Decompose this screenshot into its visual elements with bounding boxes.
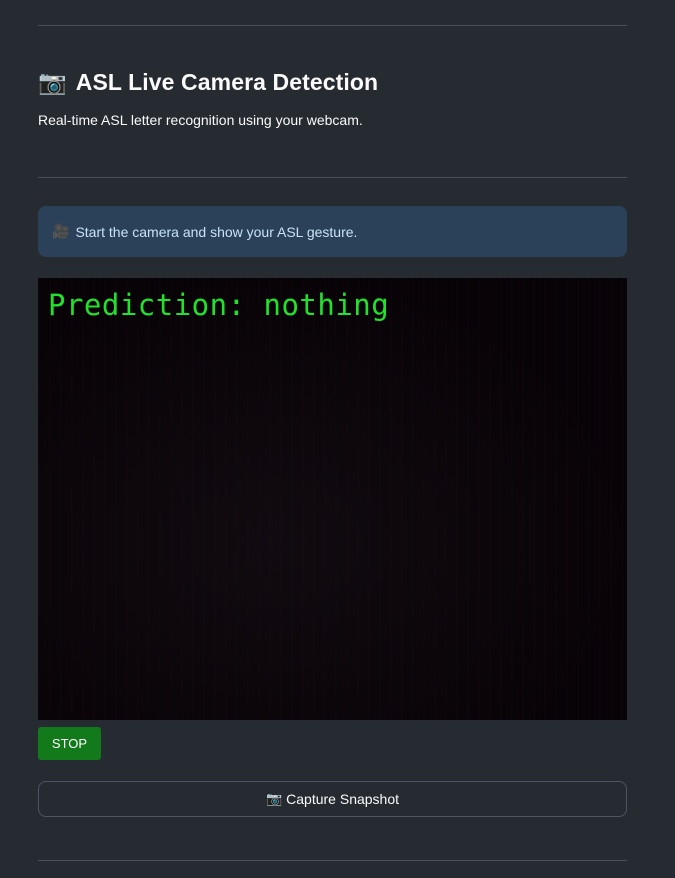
- top-divider: [38, 25, 627, 26]
- webcam-video-feed: Prediction: nothing: [38, 278, 627, 720]
- bottom-divider: [38, 860, 627, 861]
- page-title: 📷 ASL Live Camera Detection: [38, 64, 378, 100]
- video-frame: [38, 278, 627, 720]
- app-page: 📷 ASL Live Camera Detection Real-time AS…: [0, 0, 675, 878]
- capture-snapshot-button[interactable]: 📷 Capture Snapshot: [38, 781, 627, 817]
- section-divider: [38, 177, 627, 178]
- camera-icon: 📷: [38, 68, 67, 95]
- page-subtitle: Real-time ASL letter recognition using y…: [38, 112, 363, 128]
- stop-button[interactable]: STOP: [38, 727, 101, 760]
- capture-snapshot-label: Capture Snapshot: [286, 791, 400, 807]
- camera-icon: 📷: [265, 791, 283, 806]
- info-alert-text: Start the camera and show your ASL gestu…: [75, 223, 358, 240]
- page-title-text: ASL Live Camera Detection: [75, 68, 379, 95]
- info-alert: 🎥 Start the camera and show your ASL ges…: [38, 206, 627, 257]
- video-camera-icon: 🎥: [52, 223, 70, 239]
- prediction-overlay: Prediction: nothing: [48, 288, 390, 322]
